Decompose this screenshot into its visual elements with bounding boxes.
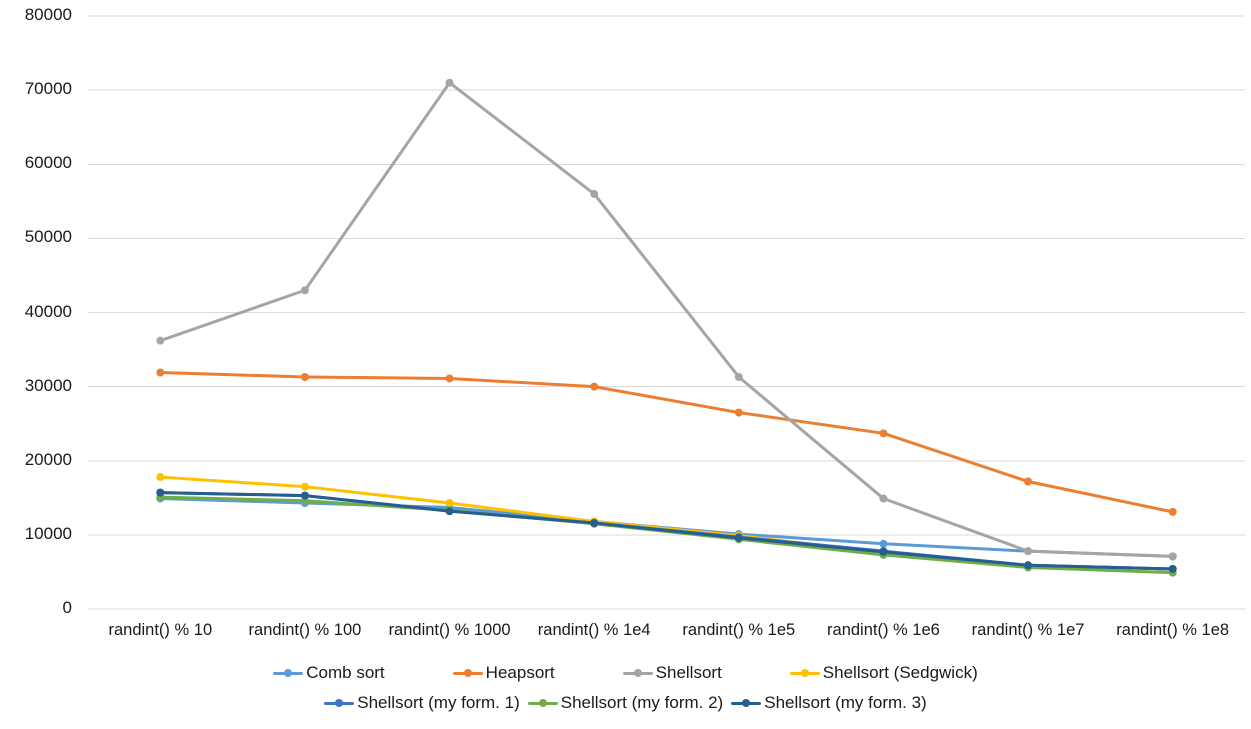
data-point-marker: [156, 336, 165, 345]
legend-label: Heapsort: [485, 663, 555, 682]
x-axis-tick-label: randint() % 10: [108, 621, 213, 639]
legend-marker-icon: [622, 666, 653, 680]
data-point-marker: [879, 539, 888, 548]
legend-row: Shellsort (my form. 1) Shellsort (my form…: [0, 688, 1251, 718]
data-point-marker: [300, 286, 309, 295]
y-axis-tick-label: 20000: [24, 449, 72, 469]
data-point-marker: [1168, 507, 1177, 516]
data-point-marker: [300, 482, 309, 491]
x-axis-tick-label: randint() % 1000: [388, 621, 511, 639]
data-point-marker: [879, 429, 888, 438]
y-axis-tick-label: 10000: [24, 523, 72, 543]
x-axis-tick-label: randint() % 1e4: [537, 621, 651, 639]
chart-plot-area: [88, 15, 1245, 610]
series-line: [158, 371, 1175, 514]
y-axis-tick-label: 80000: [24, 5, 72, 24]
y-axis-tick-label: 70000: [24, 79, 72, 99]
data-point-marker: [300, 491, 309, 500]
x-axis-tick-label: randint() % 1e6: [827, 621, 940, 639]
data-point-marker: [734, 408, 743, 417]
x-axis-tick-label: randint() % 1e5: [682, 621, 796, 639]
legend-marker-icon: [273, 666, 304, 680]
legend-marker-icon: [452, 666, 483, 680]
data-point-marker: [590, 519, 599, 528]
y-axis-tick-label: 30000: [24, 375, 72, 395]
data-point-marker: [300, 372, 309, 381]
legend-label: Shellsort (Sedgwick): [822, 663, 978, 682]
x-axis-tick-label: randint() % 100: [248, 621, 362, 639]
data-point-marker: [590, 189, 599, 198]
legend-marker-icon: [527, 696, 558, 710]
line-chart: 0 10000 20000 30000 40000 50000 60000 70000 8000…: [0, 0, 1251, 729]
data-point-marker: [156, 473, 165, 482]
data-point-marker: [734, 533, 743, 542]
data-point-marker: [734, 372, 743, 381]
legend-label: Shellsort: [655, 663, 722, 682]
series-line: [158, 475, 1175, 571]
legend-item[interactable]: Shellsort: [622, 663, 722, 683]
data-point-marker: [445, 78, 454, 87]
y-axis-tick-label: 40000: [24, 301, 72, 321]
x-axis-tick-label: randint() % 1e7: [971, 621, 1085, 639]
legend-item[interactable]: Comb sort: [273, 663, 385, 683]
legend-item[interactable]: Shellsort (my form. 3): [731, 693, 927, 713]
y-axis-tick-label: 50000: [24, 227, 72, 247]
legend-label: Comb sort: [306, 663, 385, 682]
data-point-marker: [156, 368, 165, 377]
legend-item[interactable]: Shellsort (my form. 1): [324, 693, 520, 713]
data-point-marker: [445, 499, 454, 507]
legend-marker-icon: [789, 666, 820, 680]
data-point-marker: [879, 494, 888, 503]
y-axis-tick-label: 60000: [24, 153, 72, 173]
legend-item[interactable]: Shellsort (my form. 2): [527, 693, 724, 713]
x-axis-tick-label: randint() % 1e8: [1116, 621, 1230, 639]
legend-marker-icon: [324, 696, 355, 710]
data-point-marker: [1168, 564, 1177, 573]
series-line: [158, 81, 1175, 558]
chart-legend: Comb sort Heapsort Shellsort Shellsort (Sed…: [0, 658, 1251, 718]
data-point-marker: [1168, 552, 1177, 561]
data-point-marker: [590, 382, 599, 391]
data-point-marker: [156, 488, 165, 497]
data-point-marker: [1024, 547, 1033, 556]
y-axis-tick-label: 0: [62, 598, 72, 617]
legend-marker-icon: [731, 696, 762, 710]
data-point-marker: [1024, 477, 1033, 486]
data-point-marker: [445, 507, 454, 516]
legend-row: Comb sort Heapsort Shellsort Shellsort (Sed…: [0, 658, 1251, 688]
data-point-marker: [445, 374, 454, 383]
legend-item[interactable]: Heapsort: [452, 663, 555, 683]
legend-label: Shellsort (my form. 2): [560, 693, 724, 712]
legend-item[interactable]: Shellsort (Sedgwick): [789, 663, 978, 683]
data-point-marker: [1024, 561, 1033, 570]
data-point-marker: [879, 547, 888, 556]
legend-label: Shellsort (my form. 1): [357, 693, 520, 712]
legend-label: Shellsort (my form. 3): [764, 693, 927, 712]
